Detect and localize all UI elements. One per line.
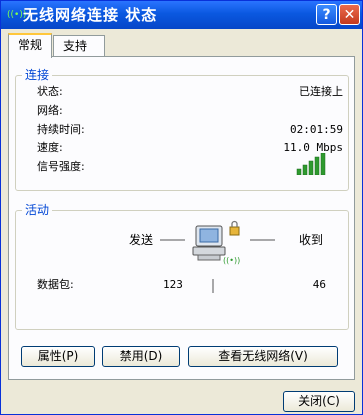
signal-bar (308, 160, 314, 175)
close-window-button[interactable]: ✕ (339, 4, 360, 25)
signal-bar (314, 156, 320, 175)
signal-bar (302, 164, 308, 175)
network-label: 网络: (37, 104, 63, 117)
close-button[interactable]: 关闭(C) (283, 391, 355, 412)
status-label: 状态: (37, 85, 63, 98)
help-button[interactable]: ? (316, 4, 337, 25)
signal-strength-label: 信号强度: (37, 160, 85, 173)
computer-icon (192, 225, 226, 261)
view-wireless-networks-button[interactable]: 查看无线网络(V) (188, 346, 338, 367)
sent-label: 发送 (129, 233, 154, 247)
wireless-icon: ((•)) (223, 256, 240, 265)
duration-value: 02:01:59 (290, 123, 343, 136)
lock-icon (229, 220, 240, 236)
packets-label: 数据包: (37, 278, 74, 291)
packets-sent-value: 123 (163, 278, 183, 291)
signal-bar (320, 153, 326, 175)
tab-general[interactable]: 常规 (8, 33, 52, 58)
status-value: 已连接上 (299, 85, 343, 98)
disable-button[interactable]: 禁用(D) (102, 346, 180, 367)
properties-button[interactable]: 属性(P) (21, 346, 95, 367)
signal-strength-icon (296, 153, 326, 175)
received-label: 收到 (299, 233, 324, 247)
tab-support[interactable]: 支持 (53, 35, 105, 57)
duration-label: 持续时间: (37, 123, 85, 136)
window-title: 无线网络连接 状态 (23, 6, 158, 24)
activity-legend: 活动 (22, 202, 53, 218)
packets-received-value: 46 (312, 278, 326, 291)
title-bar[interactable]: ((•)) 无线网络连接 状态 ? ✕ (1, 1, 362, 29)
connection-legend: 连接 (22, 67, 53, 83)
speed-label: 速度: (37, 141, 63, 154)
signal-bar (296, 168, 302, 175)
wireless-icon: ((•)) (7, 10, 27, 20)
status-dialog: ((•)) 无线网络连接 状态 ? ✕ 常规 支持 连接 状态: 已连接上 网络… (0, 0, 363, 415)
